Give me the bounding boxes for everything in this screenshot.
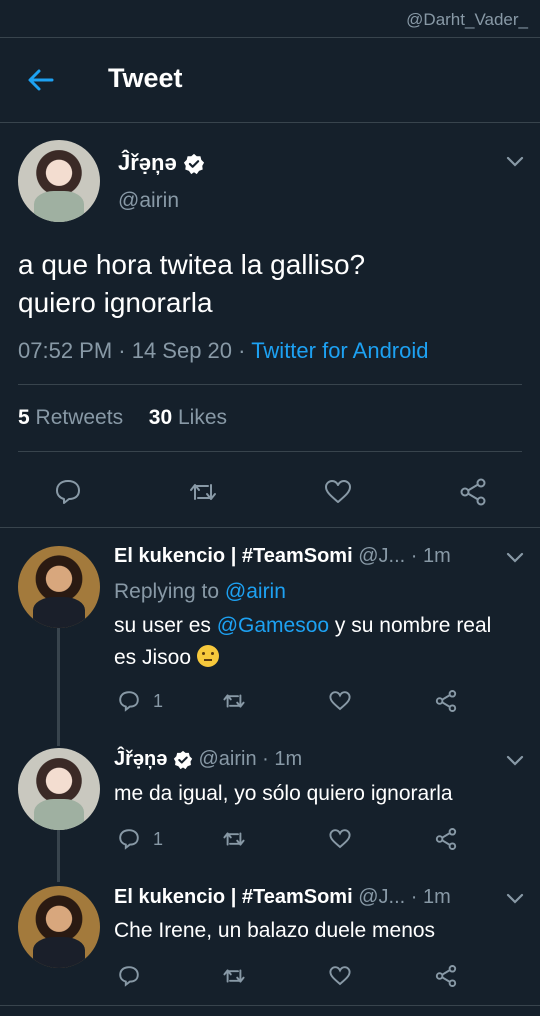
reply-icon[interactable] — [117, 964, 141, 988]
share-icon[interactable] — [434, 827, 458, 851]
avatar[interactable] — [18, 546, 100, 628]
verified-badge-icon — [183, 154, 204, 175]
like-icon[interactable] — [323, 477, 353, 507]
likes-stat[interactable]: 30 Likes — [149, 406, 227, 429]
reply-text: me da igual, yo sólo quiero ignorarla — [114, 782, 453, 805]
retweet-icon[interactable] — [222, 689, 246, 713]
mention-link[interactable]: @Gamesoo — [217, 614, 329, 637]
tweet-source-link[interactable]: Twitter for Android — [251, 338, 428, 363]
like-icon[interactable] — [328, 689, 352, 713]
retweet-icon[interactable] — [188, 477, 218, 507]
reply-timestamp: · 1m — [410, 886, 451, 908]
divider — [0, 1005, 540, 1006]
avatar[interactable] — [18, 886, 100, 968]
likes-count: 30 — [148, 406, 173, 429]
reply-author-handle: @J... — [358, 886, 406, 908]
divider — [0, 527, 540, 528]
tweet-timestamp: 07:52 PM · 14 Sep 20 · — [18, 338, 252, 363]
chevron-down-icon[interactable] — [506, 551, 524, 563]
avatar[interactable] — [18, 748, 100, 830]
verified-badge-icon — [173, 750, 193, 769]
retweets-label: Retweets — [35, 406, 124, 429]
share-icon[interactable] — [458, 477, 488, 507]
back-arrow-icon[interactable] — [26, 65, 56, 95]
reply-text: es Jisoo — [114, 645, 219, 670]
reply-text: su user es @Gamesoo y su nombre real — [114, 614, 491, 638]
reply-icon[interactable] — [117, 689, 141, 713]
tweet-text-line: quiero ignorarla — [18, 287, 213, 318]
tweet-text: a que hora twitea la galliso? quiero ign… — [18, 246, 518, 322]
retweets-stat[interactable]: 5 Retweets — [18, 406, 123, 429]
top-bar: @Darht_Vader_ — [0, 0, 540, 38]
reply-author[interactable]: El kukencio | #TeamSomi @J... · 1m — [114, 886, 451, 909]
reply-author-name: Ĵřə̣ņə — [114, 748, 168, 770]
tweet-text-line: a que hora twitea la galliso? — [18, 249, 366, 280]
reply-author-name: El kukencio | #TeamSomi — [114, 545, 353, 567]
reply-icon[interactable] — [117, 827, 141, 851]
reply-count: 1 — [153, 691, 164, 711]
share-icon[interactable] — [434, 689, 458, 713]
reply-text: Che Irene, un balazo duele menos — [114, 919, 436, 942]
thread-line — [57, 628, 60, 746]
like-icon[interactable] — [328, 964, 352, 988]
reply-author[interactable]: El kukencio | #TeamSomi @J... · 1m — [114, 545, 451, 568]
reply-author-name: El kukencio | #TeamSomi — [114, 886, 353, 908]
tweet-stats: 5 Retweets 30 Likes — [18, 406, 227, 430]
watermark: @Darht_Vader_ — [406, 10, 528, 29]
divider — [18, 384, 522, 385]
replying-to-label: Replying to — [114, 580, 225, 603]
reply-text-part: y su nombre real — [329, 614, 492, 637]
retweet-icon[interactable] — [222, 964, 246, 988]
replying-to-link[interactable]: @airin — [225, 580, 286, 603]
reply-text-part: su user es — [114, 614, 217, 637]
retweet-icon[interactable] — [222, 827, 246, 851]
chevron-down-icon[interactable] — [506, 892, 524, 904]
share-icon[interactable] — [434, 964, 458, 988]
page-title: Tweet — [108, 63, 183, 93]
reply-count: 1 — [153, 829, 164, 849]
chevron-down-icon[interactable] — [506, 754, 524, 766]
reply-author[interactable]: Ĵřə̣ņə @airin · 1m — [114, 748, 302, 771]
retweets-count: 5 — [18, 406, 30, 429]
chevron-down-icon[interactable] — [506, 155, 524, 167]
reply-text-part: es Jisoo — [114, 646, 192, 669]
replying-to: Replying to @airin — [114, 580, 286, 604]
divider — [18, 451, 522, 452]
tweet-meta: 07:52 PM · 14 Sep 20 · Twitter for Andro… — [18, 338, 429, 364]
likes-label: Likes — [177, 406, 227, 429]
reply-author-handle: @airin — [198, 748, 257, 770]
like-icon[interactable] — [328, 827, 352, 851]
reply-timestamp: · 1m — [410, 545, 451, 567]
reply-timestamp: · 1m — [262, 748, 303, 770]
reply-author-handle: @J... — [358, 545, 406, 567]
thread-line — [57, 830, 60, 882]
author-name[interactable]: Ĵřə̣ņə — [118, 150, 205, 176]
author-name-text: Ĵřə̣ņə — [118, 150, 177, 175]
avatar[interactable] — [18, 140, 100, 222]
confused-face-emoji-icon — [196, 645, 219, 667]
reply-icon[interactable] — [53, 477, 83, 507]
author-handle[interactable]: @airin — [118, 189, 179, 213]
header: Tweet — [0, 39, 540, 123]
